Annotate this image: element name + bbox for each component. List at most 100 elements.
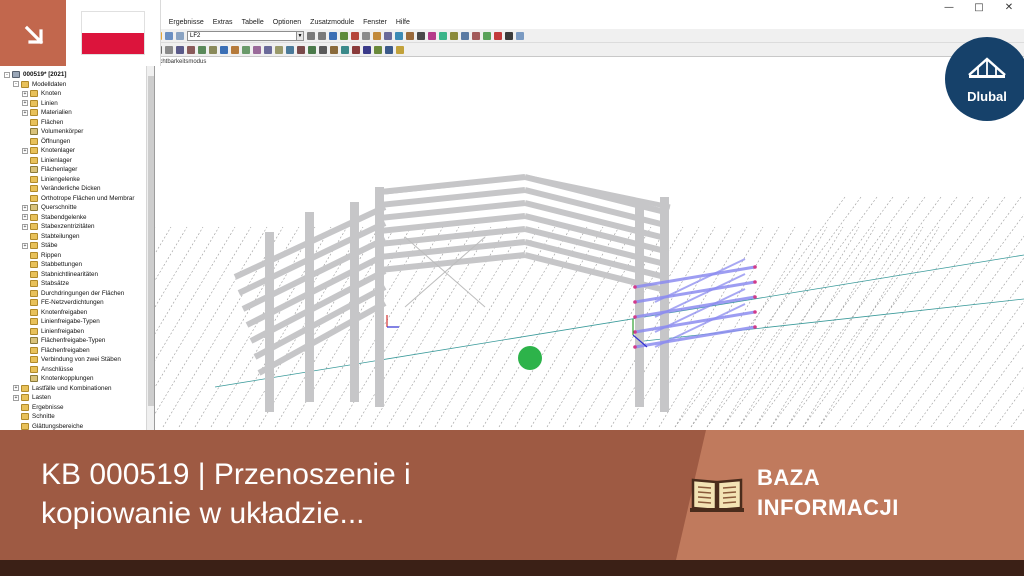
menu-item-extras[interactable]: Extras <box>213 16 233 29</box>
visibility-icon[interactable] <box>439 31 447 40</box>
tree-item[interactable]: + Knotenlager <box>22 146 75 156</box>
menu-item-window[interactable]: Fenster <box>363 16 387 29</box>
model-icon[interactable] <box>450 31 458 40</box>
maximize-button[interactable]: □ <box>964 0 994 16</box>
delete-icon[interactable] <box>494 31 502 40</box>
expand-icon[interactable]: + <box>22 100 28 107</box>
zoom-icon[interactable] <box>395 31 403 40</box>
top-view-icon[interactable] <box>472 31 480 40</box>
scrollbar-thumb[interactable] <box>148 76 154 406</box>
dimension-icon[interactable] <box>363 45 371 54</box>
support-icon[interactable] <box>220 45 228 54</box>
tree-item[interactable]: - 000519* [2021] <box>4 70 66 80</box>
filter-icon[interactable] <box>428 31 436 40</box>
node-icon[interactable] <box>165 45 173 54</box>
model-scene[interactable] <box>155 57 1024 430</box>
expand-icon[interactable]: + <box>22 223 28 230</box>
table-icon[interactable] <box>165 31 173 40</box>
tree-item[interactable]: Öffnungen <box>22 137 70 147</box>
tree-item[interactable]: Rippen <box>22 251 61 261</box>
expand-icon[interactable]: + <box>22 147 28 154</box>
expand-icon[interactable]: + <box>13 385 19 392</box>
collapse-icon[interactable]: - <box>4 71 10 78</box>
comment-icon[interactable] <box>374 45 382 54</box>
expand-icon[interactable]: + <box>22 242 28 249</box>
view-icon[interactable] <box>362 31 370 40</box>
next-loadcase-icon[interactable] <box>318 31 326 40</box>
tree-item[interactable]: Flächenfreigabe-Typen <box>22 336 105 346</box>
loadcase-combo[interactable]: LF2 <box>187 30 297 41</box>
menu-item-addons[interactable]: Zusatzmodule <box>310 16 354 29</box>
navigator-scrollbar[interactable] <box>146 66 154 430</box>
iso-view-icon[interactable] <box>461 31 469 40</box>
tree-item[interactable]: + Stabendgelenke <box>22 213 87 223</box>
section-icon[interactable] <box>384 31 392 40</box>
render-icon[interactable] <box>373 31 381 40</box>
move-copy-icon[interactable] <box>253 45 261 54</box>
collapse-icon[interactable]: - <box>13 81 19 88</box>
close-button[interactable]: ✕ <box>994 0 1024 16</box>
results-icon[interactable] <box>340 31 348 40</box>
menu-item-results[interactable]: Ergebnisse <box>169 16 204 29</box>
guideline-icon[interactable] <box>352 45 360 54</box>
hinge-icon[interactable] <box>231 45 239 54</box>
expand-icon[interactable]: + <box>22 204 28 211</box>
grid-icon[interactable] <box>319 45 327 54</box>
scale-icon[interactable] <box>286 45 294 54</box>
tree-item[interactable]: + Linien <box>22 99 58 109</box>
tree-item[interactable]: Schnitte <box>13 412 55 422</box>
tree-item[interactable]: Orthotrope Flächen und Membrar <box>22 194 134 204</box>
tree-item[interactable]: - Modelldaten <box>13 80 66 90</box>
tree-item[interactable]: Stabteilungen <box>22 232 80 242</box>
calculate-icon[interactable] <box>329 31 337 40</box>
tree-item[interactable]: FE-Netzverdichtungen <box>22 298 104 308</box>
tree-item[interactable]: Anschlüsse <box>22 365 73 375</box>
tree-item[interactable]: Stabsätze <box>22 279 69 289</box>
deformation-icon[interactable] <box>351 31 359 40</box>
tree-item[interactable]: Linienlager <box>22 156 72 166</box>
mirror-icon[interactable] <box>275 45 283 54</box>
load-icon[interactable] <box>242 45 250 54</box>
snap-icon[interactable] <box>330 45 338 54</box>
print-icon[interactable] <box>505 31 513 40</box>
tree-item[interactable]: Linienfreigabe-Typen <box>22 317 100 327</box>
solid-icon[interactable] <box>209 45 217 54</box>
measure-icon[interactable] <box>385 45 393 54</box>
tree-item[interactable]: + Stäbe <box>22 241 57 251</box>
tree-item[interactable]: Flächen <box>22 118 63 128</box>
tree-item[interactable]: + Querschnitte <box>22 203 77 213</box>
tree-item[interactable]: + Lasten <box>13 393 51 403</box>
tree-item[interactable]: Volumenkörper <box>22 127 83 137</box>
prev-loadcase-icon[interactable] <box>307 31 315 40</box>
settings-icon[interactable] <box>516 31 524 40</box>
workplane-icon[interactable] <box>341 45 349 54</box>
rotate-icon[interactable] <box>417 31 425 40</box>
tree-item[interactable]: + Stabexzentrizitäten <box>22 222 95 232</box>
color-icon[interactable] <box>396 45 404 54</box>
tree-item[interactable]: Liniengelenke <box>22 175 80 185</box>
pan-icon[interactable] <box>406 31 414 40</box>
tree-item[interactable]: Durchdringungen der Flächen <box>22 289 124 299</box>
menu-item-help[interactable]: Hilfe <box>396 16 410 29</box>
tree-item[interactable]: + Lastfälle und Kombinationen <box>13 384 111 394</box>
tree-item[interactable]: + Knoten <box>22 89 61 99</box>
member-icon[interactable] <box>187 45 195 54</box>
divide-icon[interactable] <box>297 45 305 54</box>
menu-item-table[interactable]: Tabelle <box>242 16 264 29</box>
expand-icon[interactable]: + <box>22 214 28 221</box>
expand-icon[interactable]: + <box>13 394 19 401</box>
line-icon[interactable] <box>176 45 184 54</box>
model-viewport[interactable]: ichtbarkeitsmodus <box>155 57 1024 430</box>
menu-item-options[interactable]: Optionen <box>273 16 301 29</box>
tree-item[interactable]: Stabbettungen <box>22 260 82 270</box>
article-title[interactable]: KB 000519 | Przenoszenie i kopiowanie w … <box>41 455 641 533</box>
chevron-down-icon[interactable]: ▼ <box>296 30 304 41</box>
minimize-button[interactable]: — <box>934 0 964 16</box>
list-icon[interactable] <box>176 31 184 40</box>
tree-item[interactable]: Verbindung von zwei Stäben <box>22 355 121 365</box>
tree-item[interactable]: Flächenlager <box>22 165 77 175</box>
tree-item[interactable]: Knotenkopplungen <box>22 374 94 384</box>
surface-icon[interactable] <box>198 45 206 54</box>
expand-icon[interactable]: + <box>22 90 28 97</box>
side-view-icon[interactable] <box>483 31 491 40</box>
